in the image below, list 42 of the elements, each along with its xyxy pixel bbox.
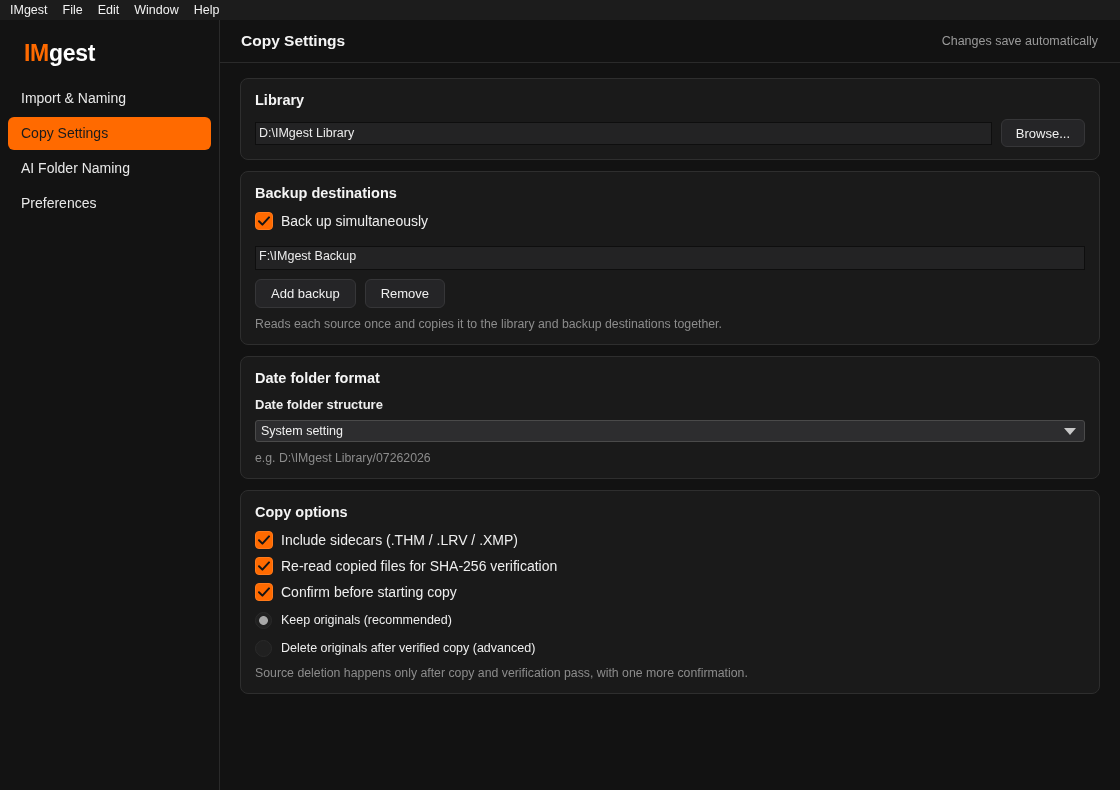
action-button[interactable]: Add backup (255, 279, 356, 308)
section-title: Backup destinations (255, 184, 398, 203)
app-logo: IMgest (24, 40, 96, 66)
dropdown[interactable]: System setting (255, 420, 1085, 442)
check-icon (258, 216, 270, 226)
checkbox-label: Back up simultaneously (281, 213, 429, 229)
check-icon (258, 587, 270, 597)
caret-down-icon (1064, 427, 1076, 435)
nav-item[interactable]: Import & Naming (8, 82, 211, 115)
browse-button[interactable]: Browse... (1000, 119, 1085, 147)
checkbox[interactable] (255, 212, 273, 230)
radio-label: Delete originals after verified copy (advanced) (281, 641, 536, 655)
menu-item[interactable]: File (62, 2, 83, 18)
path-field[interactable]: D:\IMgest Library (255, 121, 992, 145)
menu-item[interactable]: Edit (97, 2, 120, 18)
checkbox-label: Confirm before starting copy (281, 584, 457, 600)
check-icon (258, 561, 270, 571)
nav-item[interactable]: Preferences (8, 187, 211, 220)
menu-item[interactable]: Window (134, 2, 179, 18)
nav-item[interactable]: Copy Settings (8, 117, 211, 150)
hint-text: e.g. D:\IMgest Library/07262026 (255, 450, 432, 466)
checkbox-label: Re-read copied files for SHA-256 verification (281, 558, 558, 574)
nav-item[interactable]: AI Folder Naming (8, 152, 211, 185)
field-label: Date folder structure (255, 396, 384, 414)
hint-text: Reads each source once and copies it to the library and backup destinations together. (255, 316, 723, 332)
section-title: Library (255, 91, 306, 110)
checkbox[interactable] (255, 557, 273, 575)
radio-label: Keep originals (recommended) (281, 613, 452, 627)
autosave-status: Changes save automatically (941, 34, 1098, 48)
page-title: Copy Settings (241, 32, 346, 50)
menu-item[interactable]: IMgest (10, 2, 48, 18)
section-title: Copy options (255, 503, 349, 522)
check-icon (258, 535, 270, 545)
checkbox-label: Include sidecars (.THM / .LRV / .XMP) (281, 532, 519, 548)
action-button[interactable]: Remove (364, 279, 446, 308)
menu-item[interactable]: Help (193, 2, 220, 18)
checkbox[interactable] (255, 531, 273, 549)
path-field[interactable]: F:\IMgest Backup (255, 246, 1085, 270)
checkbox[interactable] (255, 583, 273, 601)
section-title: Date folder format (255, 369, 381, 388)
radio-button[interactable] (255, 611, 272, 629)
hint-text: Source deletion happens only after copy and verification pass, with one more confirmation. (255, 665, 749, 681)
